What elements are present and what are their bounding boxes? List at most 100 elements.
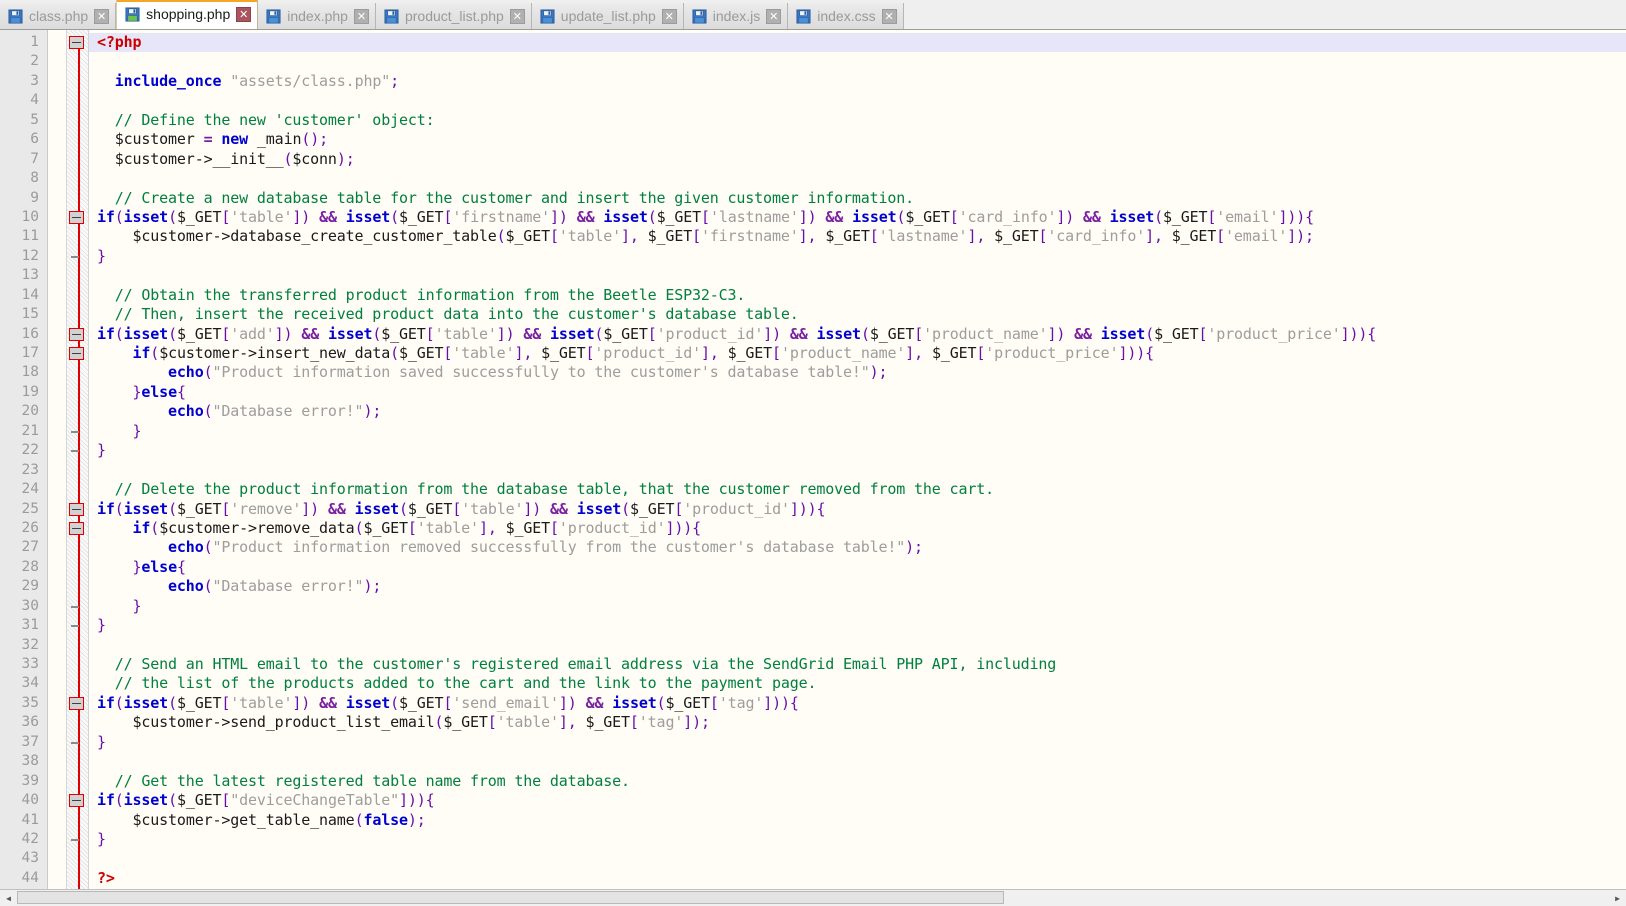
code-line[interactable]: } [89, 830, 1626, 849]
line-number: 19 [0, 383, 47, 402]
code-token-var: $_GET [381, 325, 425, 343]
editor-tab-index-css[interactable]: index.css✕ [788, 3, 903, 29]
code-line[interactable]: if(isset($_GET['remove']) && isset($_GET… [89, 500, 1626, 519]
code-line[interactable] [89, 849, 1626, 868]
code-line[interactable]: if(isset($_GET['table']) && isset($_GET[… [89, 208, 1626, 227]
code-line[interactable]: include_once "assets/class.php"; [89, 72, 1626, 91]
editor-tab-label: class.php [29, 9, 88, 24]
code-line[interactable]: if($customer->remove_data($_GET['table']… [89, 519, 1626, 538]
code-line[interactable]: if(isset($_GET['table']) && isset($_GET[… [89, 694, 1626, 713]
close-icon[interactable]: ✕ [662, 9, 677, 24]
code-token-kw: false [363, 811, 407, 829]
code-line[interactable]: // the list of the products added to the… [89, 674, 1626, 693]
code-line[interactable]: $customer->get_table_name(false); [89, 811, 1626, 830]
code-token-plain [97, 674, 115, 692]
close-icon[interactable]: ✕ [236, 7, 251, 22]
code-line[interactable]: $customer->__init__($conn); [89, 150, 1626, 169]
code-line[interactable]: } [89, 597, 1626, 616]
code-line[interactable]: // Obtain the transferred product inform… [89, 286, 1626, 305]
code-line[interactable] [89, 52, 1626, 71]
close-icon[interactable]: ✕ [882, 9, 897, 24]
code-text-area[interactable]: <?php include_once "assets/class.php"; /… [89, 30, 1626, 906]
code-token-punct: ( [115, 694, 124, 712]
scroll-right-arrow-icon[interactable]: ▶ [1609, 890, 1626, 906]
line-number: 37 [0, 733, 47, 752]
code-line[interactable]: // Create a new database table for the c… [89, 189, 1626, 208]
fold-collapse-icon[interactable] [69, 347, 84, 360]
editor-tab-index-php[interactable]: index.php✕ [258, 3, 376, 29]
code-token-punct: [ [221, 500, 230, 518]
code-token-plain [577, 694, 586, 712]
code-line[interactable]: // Then, insert the received product dat… [89, 305, 1626, 324]
code-line[interactable]: if($customer->insert_new_data($_GET['tab… [89, 344, 1626, 363]
editor-tab-product-list-php[interactable]: product_list.php✕ [376, 3, 532, 29]
fold-collapse-icon[interactable] [69, 794, 84, 807]
code-line[interactable] [89, 752, 1626, 771]
code-line[interactable]: echo("Product information removed succes… [89, 538, 1626, 557]
fold-collapse-icon[interactable] [69, 211, 84, 224]
scrollbar-thumb[interactable] [17, 891, 1004, 904]
close-icon[interactable]: ✕ [766, 9, 781, 24]
horizontal-scrollbar[interactable]: ◀ ▶ [0, 889, 1626, 906]
editor-tab-shopping-php[interactable]: shopping.php✕ [116, 0, 258, 29]
fold-collapse-icon[interactable] [69, 503, 84, 516]
code-token-punct: [ [443, 694, 452, 712]
editor-tab-index-js[interactable]: index.js ✕ [684, 3, 788, 29]
code-line[interactable]: echo("Database error!"); [89, 402, 1626, 421]
bookmark-marker-gutter[interactable] [48, 30, 67, 906]
code-line[interactable]: }else{ [89, 558, 1626, 577]
code-line[interactable] [89, 636, 1626, 655]
editor-tab-update-list-php[interactable]: update_list.php✕ [532, 3, 684, 29]
fold-collapse-icon[interactable] [69, 36, 84, 49]
code-line[interactable]: // Delete the product information from t… [89, 480, 1626, 499]
code-line[interactable]: echo("Database error!"); [89, 577, 1626, 596]
code-token-var: $customer->database_create_customer_tabl… [133, 227, 497, 245]
close-icon[interactable]: ✕ [354, 9, 369, 24]
code-line[interactable]: // Define the new 'customer' object: [89, 111, 1626, 130]
close-icon[interactable]: ✕ [510, 9, 525, 24]
code-token-tag: <?php [97, 33, 141, 51]
code-token-kw: isset [1110, 208, 1154, 226]
code-token-punct: [ [408, 519, 417, 537]
code-line[interactable]: if(isset($_GET["deviceChangeTable"])){ [89, 791, 1626, 810]
code-line[interactable]: }else{ [89, 383, 1626, 402]
code-line[interactable]: ?> [89, 869, 1626, 888]
fold-collapse-icon[interactable] [69, 697, 84, 710]
code-line[interactable] [89, 266, 1626, 285]
code-line[interactable]: // Get the latest registered table name … [89, 772, 1626, 791]
code-editor[interactable]: 1234567891011121314151617181920212223242… [0, 30, 1626, 906]
code-token-var: $_GET [541, 344, 585, 362]
code-token-kw: if [97, 694, 115, 712]
code-line[interactable]: $customer->database_create_customer_tabl… [89, 227, 1626, 246]
editor-tab-class-php[interactable]: class.php ✕ [0, 3, 116, 29]
code-line[interactable]: } [89, 733, 1626, 752]
code-line[interactable] [89, 91, 1626, 110]
editor-tab-label: index.js [713, 9, 760, 24]
close-icon[interactable]: ✕ [94, 9, 109, 24]
code-line[interactable]: } [89, 441, 1626, 460]
code-line[interactable]: <?php [89, 33, 1626, 52]
code-folding-gutter[interactable] [67, 30, 89, 906]
code-token-plain [97, 286, 115, 304]
scroll-left-arrow-icon[interactable]: ◀ [0, 890, 17, 906]
code-line[interactable]: if(isset($_GET['add']) && isset($_GET['t… [89, 325, 1626, 344]
code-token-punct: [ [648, 325, 657, 343]
code-line[interactable] [89, 169, 1626, 188]
code-line[interactable]: $customer = new _main(); [89, 130, 1626, 149]
code-token-plain [310, 208, 319, 226]
code-line[interactable]: echo("Product information saved successf… [89, 363, 1626, 382]
editor-tab-bar[interactable]: class.php✕shopping.php✕index.php✕product… [0, 0, 1626, 30]
fold-end-marker-icon [71, 256, 79, 258]
code-line[interactable] [89, 461, 1626, 480]
code-line[interactable]: } [89, 247, 1626, 266]
line-number: 15 [0, 305, 47, 324]
code-line[interactable]: } [89, 422, 1626, 441]
code-line[interactable]: } [89, 616, 1626, 635]
code-line[interactable]: // Send an HTML email to the customer's … [89, 655, 1626, 674]
code-line[interactable]: $customer->send_product_list_email($_GET… [89, 713, 1626, 732]
line-number-gutter: 1234567891011121314151617181920212223242… [0, 30, 48, 906]
fold-collapse-icon[interactable] [69, 328, 84, 341]
scrollbar-track[interactable] [17, 890, 1609, 906]
fold-collapse-icon[interactable] [69, 522, 84, 535]
code-token-var: $_GET [870, 325, 914, 343]
